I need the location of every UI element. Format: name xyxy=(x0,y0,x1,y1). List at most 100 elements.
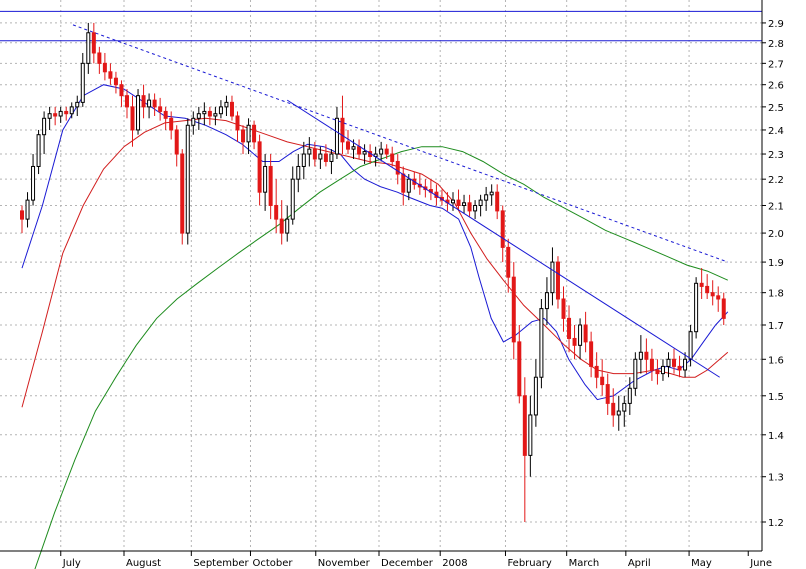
candlestick xyxy=(136,89,141,135)
candlestick xyxy=(218,100,223,119)
candle-body xyxy=(108,71,113,79)
candle-body xyxy=(318,153,323,160)
candlestick xyxy=(605,373,610,415)
candle-body xyxy=(346,141,351,150)
candle-body xyxy=(594,365,599,378)
candle-body xyxy=(263,165,268,193)
candlestick xyxy=(500,205,505,263)
candle-body xyxy=(91,32,96,54)
candle-body xyxy=(649,358,654,371)
moving-averages xyxy=(21,84,729,569)
candlestick xyxy=(401,166,406,206)
x-tick-label: May xyxy=(691,558,712,569)
candlestick xyxy=(611,388,616,427)
candlestick xyxy=(622,395,627,427)
candlestick xyxy=(97,46,102,74)
candlestick xyxy=(445,192,450,211)
candle-body xyxy=(301,153,306,167)
candlestick xyxy=(583,311,588,353)
candlestick xyxy=(616,395,621,431)
candle-body xyxy=(401,173,406,193)
candle-body xyxy=(379,148,384,155)
candle-body xyxy=(241,129,246,143)
candlestick xyxy=(489,184,494,206)
candlestick xyxy=(31,154,36,206)
candle-body xyxy=(64,110,69,115)
candlestick xyxy=(141,84,146,119)
candle-body xyxy=(169,117,174,131)
candlestick xyxy=(263,154,268,211)
candle-body xyxy=(224,101,229,108)
candle-body xyxy=(141,95,146,108)
candle-body xyxy=(185,124,190,234)
candle-body xyxy=(544,292,549,310)
candle-body xyxy=(655,369,660,375)
candlestick xyxy=(169,111,174,140)
candle-body xyxy=(644,351,649,360)
y-tick-label: 2.7 xyxy=(768,59,784,70)
candle-body xyxy=(357,146,362,155)
candlestick xyxy=(533,359,538,427)
candlestick xyxy=(252,120,257,150)
candlestick xyxy=(163,106,168,130)
y-tick-label: 2.9 xyxy=(768,19,784,30)
candlestick xyxy=(439,189,444,206)
candle-body xyxy=(683,358,688,371)
y-tick-label: 1.9 xyxy=(768,258,784,269)
candle-body xyxy=(58,110,63,117)
candlestick xyxy=(235,111,240,142)
price-chart: 1.2 1.3 1.4 1.5 1.6 1.7 1.8 1.9 2.0 2.1 2.2 2.3 2.4 2… xyxy=(0,0,784,569)
candlestick xyxy=(600,359,605,396)
candlestick xyxy=(25,192,30,228)
candle-body xyxy=(152,99,157,108)
candle-body xyxy=(473,204,478,212)
y-tick-label: 2.3 xyxy=(768,150,784,161)
candlestick xyxy=(241,125,246,155)
y-tick-label: 1.6 xyxy=(768,355,784,366)
candlestick xyxy=(296,154,301,193)
y-tick-label: 1.4 xyxy=(768,431,784,442)
x-tick-label: October xyxy=(252,558,293,569)
candlestick xyxy=(710,280,715,306)
candle-body xyxy=(710,292,715,297)
candlestick xyxy=(202,102,207,126)
candlestick xyxy=(185,118,190,245)
candlestick xyxy=(428,179,433,201)
candle-body xyxy=(163,110,168,119)
candle-body xyxy=(484,194,489,201)
candlestick xyxy=(340,95,345,155)
candlestick xyxy=(53,106,58,126)
y-tick-label: 2.2 xyxy=(768,175,784,186)
candle-body xyxy=(533,376,538,416)
candle-body xyxy=(616,410,621,416)
candle-body xyxy=(478,199,483,206)
candlestick xyxy=(257,134,262,206)
candle-body xyxy=(312,148,317,160)
candle-body xyxy=(699,282,704,287)
candle-body xyxy=(705,285,710,294)
candle-body xyxy=(97,52,102,64)
candle-body xyxy=(721,298,726,319)
candle-body xyxy=(207,110,212,117)
candlestick xyxy=(108,63,113,85)
horizontal-levels xyxy=(0,10,762,42)
y-tick-label: 1.2 xyxy=(768,518,784,529)
candle-body xyxy=(578,324,583,346)
candle-body xyxy=(69,106,74,115)
candle-body xyxy=(136,95,141,131)
candle-body xyxy=(694,282,699,333)
moving-average-short xyxy=(21,84,729,401)
candlestick xyxy=(279,200,284,245)
candlestick xyxy=(699,268,704,299)
candle-body xyxy=(334,117,339,155)
candle-body xyxy=(550,261,555,294)
candle-body xyxy=(605,384,610,404)
candlestick xyxy=(36,129,41,175)
candlestick xyxy=(633,352,638,396)
candlestick xyxy=(649,348,654,381)
candle-body xyxy=(36,134,41,167)
candle-body xyxy=(622,402,627,412)
candlestick xyxy=(462,194,467,214)
candle-body xyxy=(495,191,500,212)
candlesticks xyxy=(20,22,726,522)
